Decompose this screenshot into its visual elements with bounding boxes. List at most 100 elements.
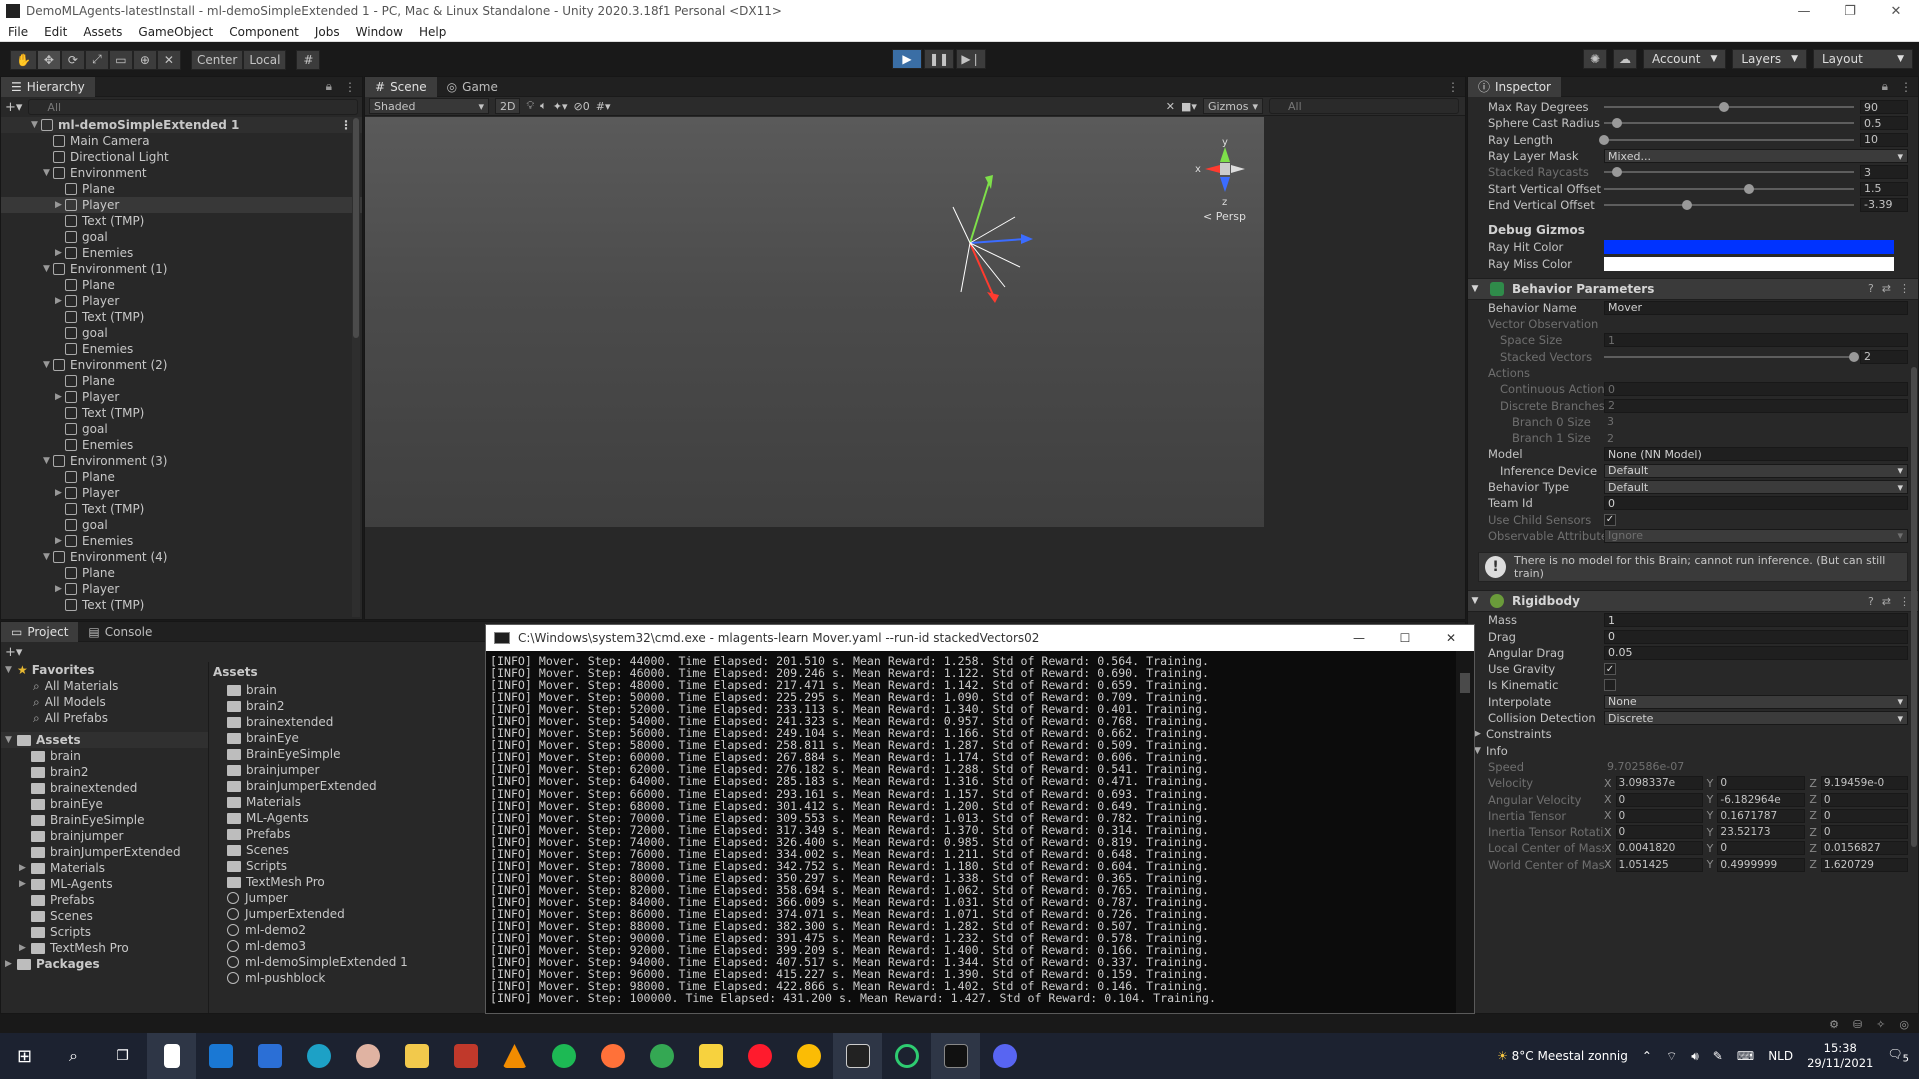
shading-mode-dropdown[interactable]: Shaded ▾ <box>369 98 489 114</box>
cmd-maximize-button[interactable]: ☐ <box>1382 631 1428 645</box>
menu-edit[interactable]: Edit <box>36 25 75 39</box>
taskbar-app-unity[interactable] <box>833 1033 882 1079</box>
hierarchy-item[interactable]: ▶ Enemies <box>1 245 362 261</box>
field-input[interactable]: Mover <box>1604 300 1908 315</box>
dropdown-field[interactable]: Ignore ▾ <box>1604 528 1908 543</box>
hierarchy-item[interactable]: Text (TMP) <box>1 405 362 421</box>
add-icon[interactable]: +▾ <box>5 645 22 660</box>
gizmo-y-arrow[interactable] <box>985 175 993 189</box>
debug-icon[interactable]: ✧ <box>1876 1018 1885 1031</box>
language-indicator[interactable]: NLD <box>1768 1049 1793 1063</box>
folder-tree-item[interactable]: BrainEyeSimple <box>1 812 208 828</box>
hierarchy-item[interactable]: Main Camera <box>1 133 362 149</box>
hierarchy-item[interactable]: ▼ Environment (1) <box>1 261 362 277</box>
transform-tool-icon[interactable]: ⊕ <box>132 49 157 70</box>
ray-hit-color-swatch[interactable] <box>1604 240 1894 255</box>
pen-icon[interactable]: ✎ <box>1713 1049 1723 1063</box>
folder-tree-item[interactable]: brain <box>1 748 208 764</box>
taskbar-app-chrome[interactable] <box>637 1033 686 1079</box>
hierarchy-item[interactable]: goal <box>1 517 362 533</box>
minimize-button[interactable]: — <box>1781 4 1827 19</box>
cmd-output[interactable]: [INFO] Mover. Step: 44000. Time Elapsed:… <box>490 655 1454 1013</box>
tab-game[interactable]: ◎ Game <box>437 77 508 97</box>
hierarchy-item[interactable]: Plane <box>1 277 362 293</box>
hierarchy-item[interactable]: Plane <box>1 565 362 581</box>
ray-miss-color-swatch[interactable] <box>1604 256 1894 271</box>
scene-viewport[interactable]: 0.00000.00000.00000.00000.50000.40000.00… <box>365 117 1264 527</box>
section-row[interactable]: Vector Observation <box>1468 316 1918 332</box>
clock[interactable]: 15:38 29/11/2021 <box>1807 1041 1873 1071</box>
more-icon[interactable]: ⋮ <box>1899 595 1910 608</box>
menu-jobs[interactable]: Jobs <box>307 25 348 39</box>
collab-icon[interactable]: ✺ <box>1582 49 1607 69</box>
favorite-item[interactable]: ⌕ All Models <box>1 694 208 710</box>
hierarchy-item[interactable]: Plane <box>1 469 362 485</box>
taskbar-app-cmd[interactable] <box>931 1033 980 1079</box>
slider-track[interactable] <box>1604 183 1854 194</box>
folder-tree-item[interactable]: ▶ Materials <box>1 860 208 876</box>
tab-console[interactable]: ▤ Console <box>78 622 162 642</box>
foldout-row[interactable]: ▼ Info <box>1468 743 1918 759</box>
slider-handle[interactable] <box>1599 134 1609 145</box>
hierarchy-item[interactable]: ▼ Environment (4) <box>1 549 362 565</box>
field-input[interactable]: None (NN Model) <box>1604 447 1908 462</box>
light-icon[interactable]: 💡︎ <box>526 99 534 113</box>
rect-tool-icon[interactable]: ▭ <box>108 49 133 70</box>
rigidbody-header[interactable]: ▼ Rigidbody ? ⇄ ⋮ <box>1468 590 1918 613</box>
more-icon[interactable]: ⋮ <box>1441 80 1465 94</box>
expand-arrow-icon[interactable]: ▶ <box>55 200 65 210</box>
collapse-arrow-icon[interactable]: ▼ <box>1468 284 1482 294</box>
packages-row[interactable]: ▶ Packages <box>1 956 208 972</box>
hierarchy-item[interactable]: Text (TMP) <box>1 309 362 325</box>
hierarchy-item[interactable]: Plane <box>1 181 362 197</box>
folder-tree-item[interactable]: ▶ ML-Agents <box>1 876 208 892</box>
tray-overflow-icon[interactable]: ⌃ <box>1642 1049 1652 1063</box>
gizmo-z-axis[interactable] <box>969 238 1026 244</box>
axis-negx-cone[interactable] <box>1231 165 1245 173</box>
scene-render[interactable]: 0.00000.00000.00000.00000.50000.40000.00… <box>365 117 1264 527</box>
menu-gameobject[interactable]: GameObject <box>130 25 221 39</box>
task-view-button[interactable]: ❐ <box>98 1033 147 1079</box>
checkbox[interactable]: ✓ <box>1604 513 1616 526</box>
behavior-parameters-header[interactable]: ▼ Behavior Parameters ? ⇄ ⋮ <box>1468 277 1918 300</box>
tab-inspector[interactable]: ⓘ Inspector <box>1468 77 1561 97</box>
more-icon[interactable]: ⋮ <box>1894 80 1918 94</box>
hierarchy-item[interactable]: goal <box>1 421 362 437</box>
axis-center-cube[interactable] <box>1220 163 1230 175</box>
slider-track[interactable] <box>1604 102 1854 113</box>
slider-handle[interactable] <box>1744 183 1754 194</box>
taskbar-app-spotify[interactable] <box>539 1033 588 1079</box>
more-icon[interactable]: ⋮ <box>338 80 362 94</box>
cloud-icon[interactable]: ☁ <box>1612 49 1637 69</box>
menu-help[interactable]: Help <box>411 25 454 39</box>
persp-label[interactable]: < Persp <box>1203 210 1246 223</box>
slider-value-input[interactable]: 1.5 <box>1860 181 1908 196</box>
foldout-arrow-icon[interactable]: ▼ <box>1474 746 1486 756</box>
slider-handle[interactable] <box>1611 167 1622 178</box>
rotate-tool-icon[interactable]: ⟳ <box>60 49 85 70</box>
volume-icon[interactable]: 🔊︎ <box>1691 1049 1699 1064</box>
collapse-arrow-icon[interactable]: ▼ <box>1468 596 1482 606</box>
cmd-close-button[interactable]: ✕ <box>1428 631 1474 645</box>
tab-hierarchy[interactable]: ☰ Hierarchy <box>1 77 95 97</box>
hierarchy-item[interactable]: ▼ Environment (2) <box>1 357 362 373</box>
menu-file[interactable]: File <box>0 25 36 39</box>
weather-widget[interactable]: ☀ 8°C Meestal zonnig <box>1497 1049 1628 1063</box>
camera-icon[interactable]: ■▾ <box>1181 100 1197 113</box>
folder-tree-item[interactable]: ▶ TextMesh Pro <box>1 940 208 956</box>
maximize-button[interactable]: ❐ <box>1827 4 1873 19</box>
taskbar-app-sticky[interactable] <box>686 1033 735 1079</box>
menu-component[interactable]: Component <box>221 25 307 39</box>
preset-icon[interactable]: ⇄ <box>1882 282 1891 295</box>
layout-dropdown[interactable]: Layout ▼ <box>1813 49 1913 69</box>
checkbox[interactable] <box>1604 679 1616 692</box>
hierarchy-item[interactable]: Text (TMP) <box>1 213 362 229</box>
folder-tree-item[interactable]: brainJumperExtended <box>1 844 208 860</box>
dropdown-field[interactable]: Default ▾ <box>1604 480 1908 495</box>
help-icon[interactable]: ? <box>1868 282 1874 295</box>
audio-icon[interactable]: 🔈︎ <box>540 99 547 113</box>
cache-icon[interactable]: ⛁ <box>1853 1018 1862 1031</box>
slider-value-input[interactable]: 0.5 <box>1860 116 1908 131</box>
slider-handle[interactable] <box>1719 102 1729 113</box>
layers-dropdown[interactable]: Layers ▼ <box>1732 49 1807 69</box>
